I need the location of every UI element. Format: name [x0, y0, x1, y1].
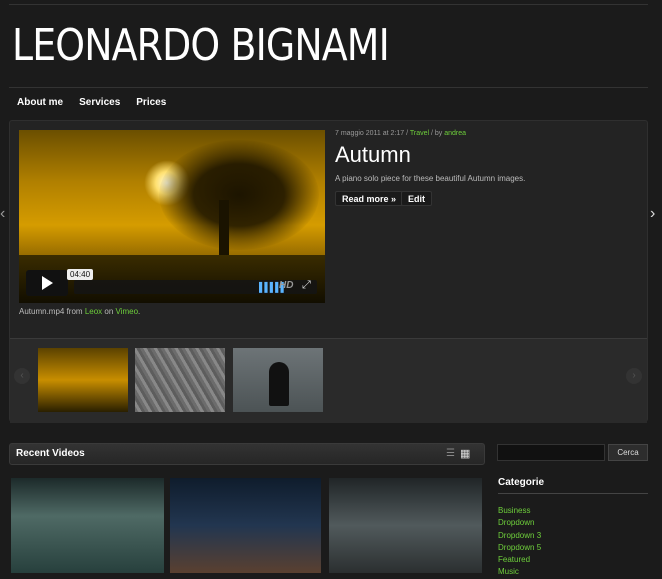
hd-toggle[interactable]: HD [279, 280, 293, 291]
thumbnail-grass[interactable] [135, 348, 225, 412]
caption-file: Autumn.mp4 from [19, 307, 85, 316]
play-icon [41, 276, 53, 290]
thumbnail-autumn[interactable] [38, 348, 128, 412]
category-link[interactable]: Dropdown 3 [498, 530, 541, 542]
recent-videos-title: Recent Videos [16, 448, 85, 459]
video-thumbnail[interactable] [329, 478, 482, 573]
nav-item-about[interactable]: About me [17, 97, 63, 108]
video-caption: Autumn.mp4 from Leox on Vimeo. [19, 307, 140, 316]
post-author-link[interactable]: andrea [444, 130, 466, 137]
top-divider [9, 4, 648, 5]
post-meta: 7 maggio 2011 at 2:17 / Travel / by andr… [335, 130, 466, 137]
categories-list: Business Dropdown Dropdown 3 Dropdown 5 … [498, 505, 541, 579]
video-thumbnail[interactable] [170, 478, 321, 573]
strip-next-icon[interactable]: › [626, 368, 642, 384]
play-button[interactable] [26, 270, 68, 296]
site-title[interactable]: LEONARDO BIGNAMI [12, 18, 390, 74]
video-tree [159, 140, 319, 250]
caption-on: on [102, 307, 116, 316]
edit-button[interactable]: Edit [401, 191, 432, 206]
categories-title: Categorie [498, 477, 545, 488]
category-link[interactable]: Dropdown 5 [498, 542, 541, 554]
post-date: 7 maggio 2011 at 2:17 / [335, 130, 410, 137]
nav-divider [9, 87, 648, 88]
post-by: / by [429, 130, 445, 137]
fullscreen-icon[interactable]: ⤢ [302, 279, 311, 292]
category-link[interactable]: Dropdown [498, 517, 541, 529]
search-input[interactable] [497, 444, 605, 461]
category-link[interactable]: Business [498, 505, 541, 517]
categories-divider [498, 493, 648, 494]
nav-item-prices[interactable]: Prices [136, 97, 166, 108]
thumbnail-woman[interactable] [233, 348, 323, 412]
post-excerpt: A piano solo piece for these beautiful A… [335, 174, 526, 183]
nav-item-services[interactable]: Services [79, 97, 120, 108]
slider-next-icon[interactable]: › [650, 205, 655, 223]
caption-end: . [138, 307, 141, 316]
read-more-button[interactable]: Read more » [335, 191, 404, 206]
category-link[interactable]: Featured [498, 554, 541, 566]
video-duration: 04:40 [67, 269, 94, 280]
search-button[interactable]: Cerca [608, 444, 648, 461]
grid-view-icon[interactable]: ▦ [460, 447, 470, 460]
video-thumbnail[interactable] [11, 478, 164, 573]
slider-prev-icon[interactable]: ‹ [0, 205, 5, 223]
post-category-link[interactable]: Travel [410, 130, 429, 137]
caption-site-link[interactable]: Vimeo [116, 307, 139, 316]
list-view-icon[interactable]: ☰ [446, 448, 455, 459]
thumbnail-figure [269, 362, 289, 406]
video-player[interactable]: 04:40 ▌▌▌▌▌ HD ⤢ [19, 130, 325, 303]
caption-author-link[interactable]: Leox [85, 307, 102, 316]
strip-prev-icon[interactable]: ‹ [14, 368, 30, 384]
main-nav: About me Services Prices [17, 97, 166, 108]
post-title[interactable]: Autumn [335, 142, 411, 168]
